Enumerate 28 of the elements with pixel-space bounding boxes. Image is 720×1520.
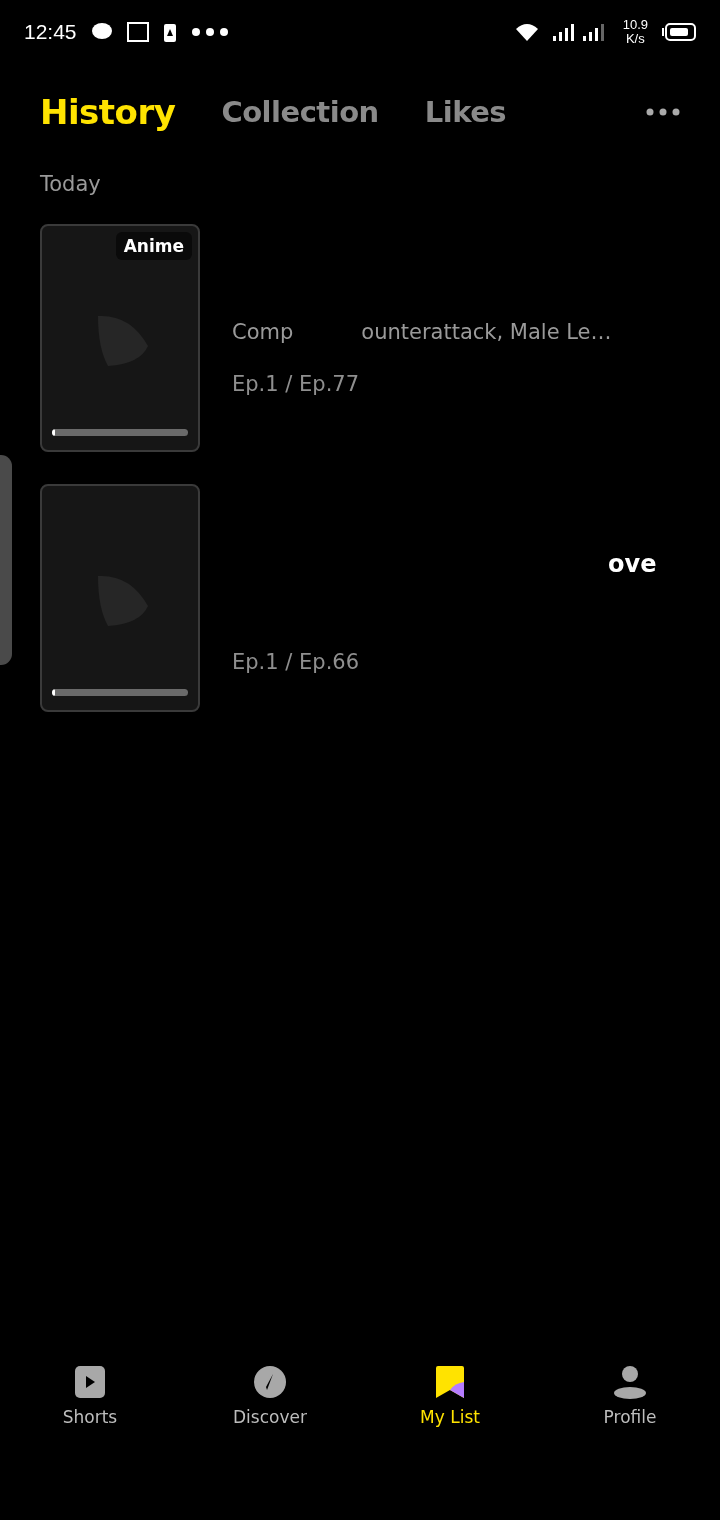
battery-icon: [662, 23, 696, 41]
more-icon: [190, 27, 229, 37]
person-icon: [613, 1365, 647, 1399]
genre-badge: Anime: [115, 232, 192, 260]
series-tags: ounterattack, Male Le…: [361, 320, 612, 344]
nav-tab[interactable]: My List: [360, 1364, 540, 1428]
speed-value: 10.9: [622, 18, 648, 32]
section-heading: Today: [39, 171, 102, 196]
speed-unit: K/s: [625, 32, 645, 46]
battery-alert-icon: [162, 21, 177, 43]
series-tags: Comp: [232, 320, 294, 344]
nav-tab[interactable]: Profile: [540, 1364, 720, 1428]
tab[interactable]: Collection: [221, 95, 379, 129]
bookmark-icon: [435, 1365, 465, 1399]
more-icon[interactable]: [646, 108, 680, 116]
nav-tab[interactable]: Discover: [180, 1364, 360, 1428]
episode-label: Ep.1 / Ep.77: [232, 372, 361, 396]
play-icon: [74, 1365, 106, 1399]
nav-tab[interactable]: Shorts: [0, 1364, 180, 1428]
poster[interactable]: [40, 484, 200, 712]
compass-icon: [253, 1365, 287, 1399]
tab[interactable]: Likes: [424, 95, 507, 129]
series-title: ove: [607, 550, 658, 578]
tab[interactable]: History: [40, 92, 176, 132]
clock: 12:45: [24, 20, 77, 44]
poster[interactable]: Anime: [40, 224, 200, 452]
wifi-icon: [514, 22, 539, 42]
episode-label: Ep.1 / Ep.66: [232, 650, 361, 674]
